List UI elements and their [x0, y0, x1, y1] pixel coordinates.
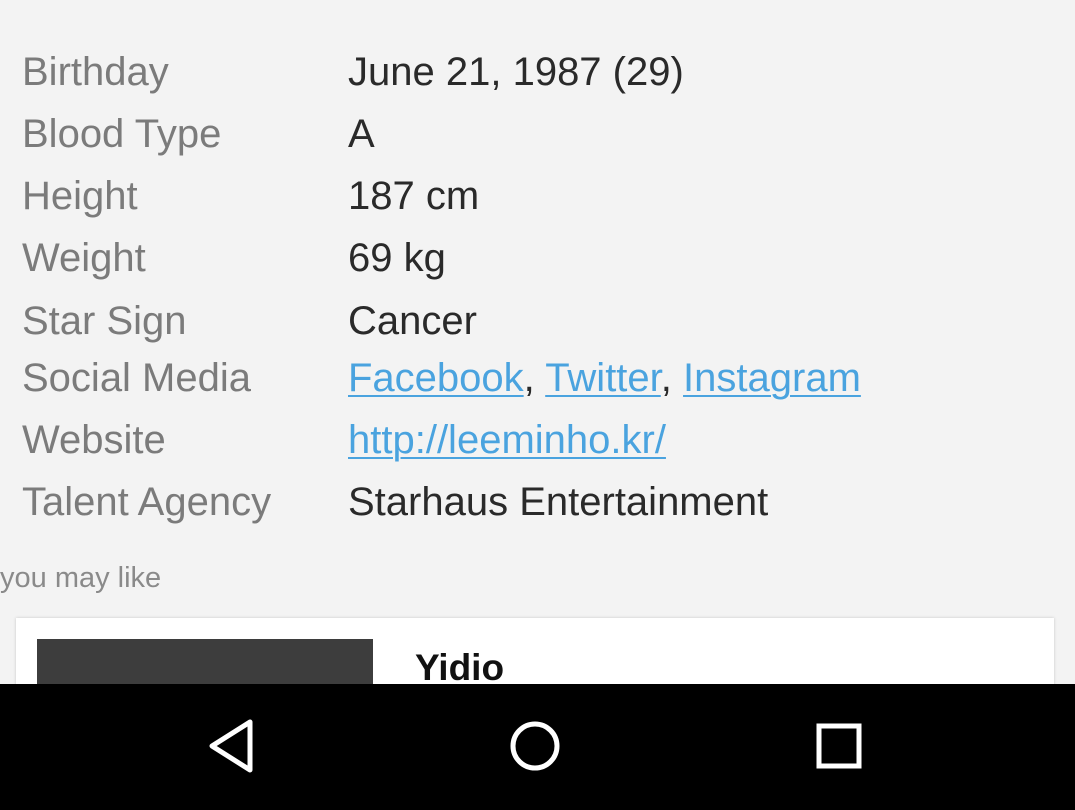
home-circle-icon — [503, 714, 567, 778]
back-button[interactable] — [200, 714, 264, 778]
link-separator: , — [523, 356, 535, 400]
star-sign-label: Star Sign — [22, 299, 187, 343]
talent-agency-value: Starhaus Entertainment — [348, 480, 769, 524]
birthday-value: June 21, 1987 (29) — [348, 50, 684, 94]
recents-square-icon — [806, 714, 870, 778]
you-may-like-heading: you may like — [0, 562, 162, 594]
website-label: Website — [22, 418, 166, 462]
facebook-link[interactable]: Facebook — [348, 356, 524, 400]
recents-button[interactable] — [806, 714, 870, 778]
link-separator: , — [660, 356, 672, 400]
birthday-label: Birthday — [22, 50, 169, 94]
blood-type-value: A — [348, 112, 375, 156]
instagram-link[interactable]: Instagram — [683, 356, 861, 400]
twitter-link[interactable]: Twitter — [545, 356, 661, 400]
website-value: http://leeminho.kr/ — [348, 410, 1048, 470]
height-value: 187 cm — [348, 174, 480, 218]
back-triangle-icon — [200, 714, 264, 778]
android-navigation-bar — [0, 684, 1075, 810]
star-sign-value: Cancer — [348, 299, 477, 343]
website-link[interactable]: http://leeminho.kr/ — [348, 418, 666, 462]
home-button[interactable] — [503, 714, 567, 778]
social-media-label: Social Media — [22, 356, 252, 400]
height-label: Height — [22, 174, 138, 218]
blood-type-label: Blood Type — [22, 112, 222, 156]
talent-agency-label: Talent Agency — [22, 480, 272, 524]
social-media-links: Facebook, Twitter, Instagram — [348, 348, 1048, 408]
weight-label: Weight — [22, 236, 146, 280]
weight-value: 69 kg — [348, 236, 446, 280]
